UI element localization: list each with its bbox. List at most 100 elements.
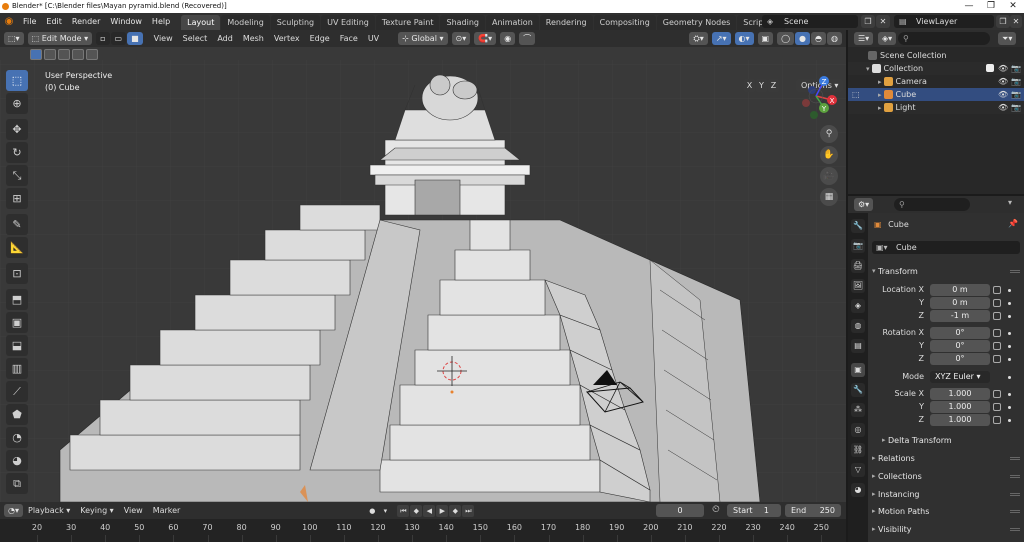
select-subtract-icon[interactable] [58,49,70,60]
extrude-tool-icon[interactable]: ⬒ [6,289,28,310]
camera-view-icon[interactable]: 🎥 [820,167,838,185]
shading-rendered-icon[interactable]: ◍ [827,32,842,45]
ortho-toggle-icon[interactable]: ▦ [820,188,838,206]
constraints-tab-icon[interactable]: ⛓ [851,443,865,457]
lock-rotation-z-icon[interactable] [993,355,1001,363]
tab-layout[interactable]: Layout [181,15,221,30]
mode-selector[interactable]: ⬚ Edit Mode ▾ [27,32,93,45]
smooth-tool-icon[interactable]: ◕ [6,450,28,471]
end-frame-field[interactable]: End 250 [785,504,841,517]
scale-z-field[interactable]: 1.000 [930,414,990,426]
world-tab-icon[interactable]: ◍ [851,319,865,333]
tab-uv-editing[interactable]: UV Editing [321,15,375,30]
gizmo-toggle-icon[interactable]: ↗▾ [711,32,731,45]
delta-transform-panel-header[interactable]: ▸ Delta Transform [878,432,1018,449]
move-tool-icon[interactable]: ✥ [6,119,28,140]
particles-tab-icon[interactable]: ⁂ [851,403,865,417]
keyframe-rotation-y-icon[interactable] [1008,345,1011,348]
orientation-selector[interactable]: ⊹ Global ▾ [398,32,448,45]
tab-rendering[interactable]: Rendering [539,15,593,30]
material-tab-icon[interactable]: ◕ [851,483,865,497]
physics-tab-icon[interactable]: ◎ [851,423,865,437]
falloff-icon[interactable]: ⌒ [519,32,536,45]
tab-modeling[interactable]: Modeling [221,15,270,30]
outliner-item-camera[interactable]: ▸ Camera 👁 📷 [848,75,1024,88]
panel-grip-icon[interactable] [1010,270,1020,273]
select-new-icon[interactable] [30,49,42,60]
playback-menu[interactable]: Playback ▾ [23,502,75,519]
knife-tool-icon[interactable]: ⟋ [6,381,28,402]
panel-grip-icon[interactable] [1010,457,1020,460]
lock-location-z-icon[interactable] [993,312,1001,320]
keyframe-scale-y-icon[interactable] [1008,406,1011,409]
start-frame-field[interactable]: Start 1 [727,504,781,517]
mirror-x-toggle[interactable]: X [744,79,755,92]
marker-menu[interactable]: Marker [148,502,186,519]
transform-panel-header[interactable]: ▾ Transform [868,263,1024,280]
tab-sculpting[interactable]: Sculpting [270,15,321,30]
blender-menu-icon[interactable]: ◉ [0,16,18,27]
expand-arrow-icon[interactable]: ▸ [878,78,882,86]
tab-animation[interactable]: Animation [485,15,539,30]
menu-view[interactable]: View [149,30,178,47]
collection-render-icon[interactable]: 📷 [1011,62,1021,75]
new-scene-button[interactable]: ❐ [861,15,875,28]
rotation-mode-select[interactable]: XYZ Euler ▾ [930,371,990,383]
inset-tool-icon[interactable]: ▣ [6,312,28,333]
shear-tool-icon[interactable]: ⧉ [6,473,28,494]
new-view-layer-button[interactable]: ❐ [996,15,1010,28]
zoom-icon[interactable]: ⚲ [820,125,838,143]
menu-file[interactable]: File [18,13,41,30]
poly-build-tool-icon[interactable]: ⬟ [6,404,28,425]
xray-toggle-icon[interactable]: ▣ [757,32,774,45]
lock-rotation-y-icon[interactable] [993,342,1001,350]
location-y-field[interactable]: 0 m [930,297,990,309]
panel-grip-icon[interactable] [1010,528,1020,531]
jump-keyframe-forward-icon[interactable]: ◆ [449,504,462,517]
keying-menu[interactable]: Keying ▾ [75,502,118,519]
rotation-y-field[interactable]: 0° [930,340,990,352]
menu-select[interactable]: Select [178,30,213,47]
keyframe-scale-x-icon[interactable] [1008,393,1011,396]
menu-window[interactable]: Window [105,13,147,30]
display-mode-button[interactable]: ◈▾ [878,32,897,45]
menu-edge[interactable]: Edge [305,30,335,47]
play-reverse-icon[interactable]: ◀ [423,504,436,517]
timeline-editor-type-button[interactable]: ◔▾ [4,504,23,517]
lock-rotation-x-icon[interactable] [993,329,1001,337]
keyframe-rotation-x-icon[interactable] [1008,332,1011,335]
view-layer-tab-icon[interactable]: 🖼 [851,279,865,293]
close-button[interactable]: ✕ [1002,0,1024,13]
scale-y-field[interactable]: 1.000 [930,401,990,413]
select-edge-mode-button[interactable]: ▭ [110,32,127,45]
collection-exclude-checkbox[interactable] [986,64,994,72]
shading-wireframe-icon[interactable]: ◯ [777,32,795,45]
jump-end-icon[interactable]: ⏭ [462,504,475,517]
instancing-panel-header[interactable]: ▸ Instancing [868,486,1024,503]
keyframe-scale-z-icon[interactable] [1008,419,1011,422]
outliner-editor-type-button[interactable]: ☰▾ [854,32,874,45]
menu-uv[interactable]: UV [363,30,384,47]
lock-location-y-icon[interactable] [993,299,1001,307]
shading-solid-icon[interactable]: ● [795,32,811,45]
object-tab-icon[interactable]: ▣ [851,363,865,377]
outliner-item-light[interactable]: ▸ Light 👁 📷 [848,101,1024,114]
select-vertex-mode-button[interactable]: ▫ [96,32,110,45]
spin-tool-icon[interactable]: ◔ [6,427,28,448]
select-invert-icon[interactable] [72,49,84,60]
collection-visibility-icon[interactable]: 👁 [998,62,1008,75]
maximize-button[interactable]: ❐ [980,0,1002,13]
proportional-edit-icon[interactable]: ◉ [500,32,516,45]
overlays-toggle-icon[interactable]: ◐▾ [734,32,754,45]
navigation-gizmo[interactable]: Z X Y [796,70,846,120]
menu-edit[interactable]: Edit [41,13,67,30]
pin-icon[interactable]: 📌 [1008,219,1018,228]
pivot-point-icon[interactable]: ⊙▾ [451,32,471,45]
light-render-icon[interactable]: 📷 [1011,101,1021,114]
minimize-button[interactable]: — [958,0,980,13]
mesh-name-field[interactable]: ▣▾ Cube [872,241,1020,254]
transform-tool-icon[interactable]: ⊞ [6,188,28,209]
scene-tab-icon[interactable]: ◈ [851,299,865,313]
3d-viewport[interactable]: ⬚▾ ⬚ Edit Mode ▾ ▫ ▭ ■ View Select Add M… [0,30,846,502]
measure-tool-icon[interactable]: 📐 [6,237,28,258]
